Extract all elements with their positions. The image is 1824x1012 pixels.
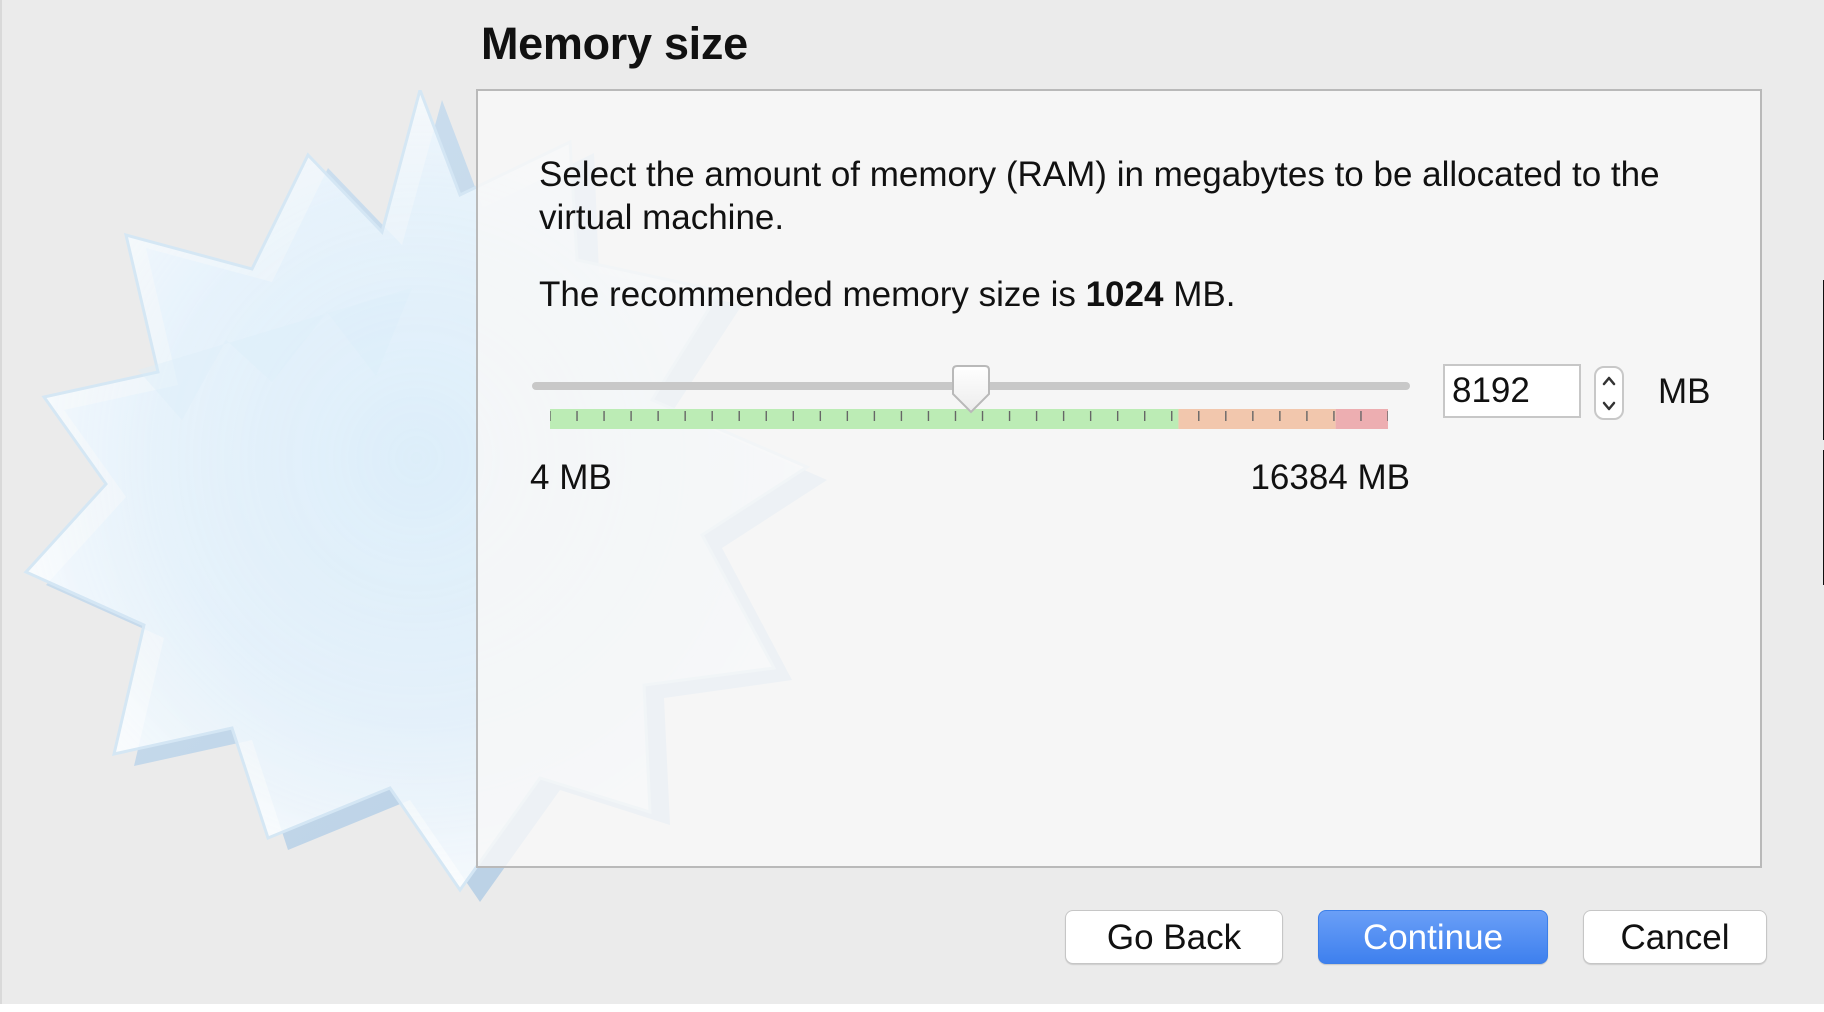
continue-button[interactable]: Continue <box>1318 910 1548 964</box>
memory-size-dialog: Memory size Select the amount of memory … <box>0 0 1824 1004</box>
page-title: Memory size <box>481 18 748 69</box>
memory-increment-button[interactable] <box>1596 368 1622 393</box>
memory-decrement-button[interactable] <box>1596 393 1622 418</box>
chevron-up-icon <box>1602 376 1616 385</box>
recommended-memory-value: 1024 <box>1085 275 1164 314</box>
maximum-memory-label: 16384 MB <box>1250 458 1410 497</box>
memory-size-input[interactable] <box>1443 364 1581 418</box>
orange-memory-range <box>1178 409 1336 429</box>
minimum-memory-label: 4 MB <box>530 458 612 497</box>
go-back-button[interactable]: Go Back <box>1065 910 1283 964</box>
memory-stepper[interactable] <box>1594 366 1624 420</box>
cancel-button[interactable]: Cancel <box>1583 910 1767 964</box>
slider-thumb-icon[interactable] <box>948 364 994 416</box>
red-memory-range <box>1335 409 1388 429</box>
window-bottom-gap <box>0 1004 1824 1012</box>
recommendation-prefix: The recommended memory size is <box>539 275 1076 314</box>
green-memory-range <box>550 409 1179 429</box>
recommended-memory-text: The recommended memory size is 1024 MB. <box>539 273 1235 316</box>
recommendation-suffix: MB. <box>1173 275 1236 314</box>
memory-description: Select the amount of memory (RAM) in meg… <box>539 155 1660 237</box>
memory-unit-label: MB <box>1658 372 1711 411</box>
chevron-down-icon <box>1602 401 1616 410</box>
